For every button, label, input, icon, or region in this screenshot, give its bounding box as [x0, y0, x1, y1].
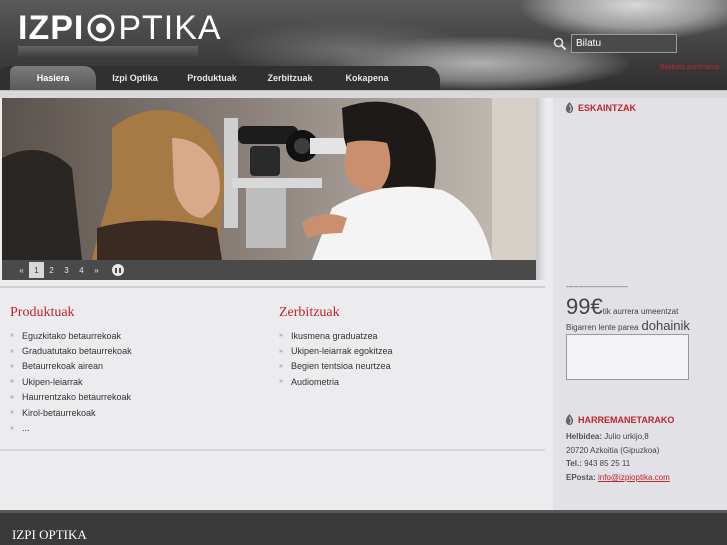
contact-info: Helbidea: Julio urkijo,8 20720 Azkoitia …	[566, 430, 670, 484]
offers-title: ESKAINTZAK	[578, 102, 636, 113]
list-item[interactable]: » Eguzkitako betaurrekoak	[10, 328, 132, 343]
offer-price: 99€ tik aurrera umeentzat	[566, 294, 678, 320]
offers-heading: ESKAINTZAK	[565, 102, 636, 113]
footer-title: IZPI OPTIKA	[12, 527, 87, 542]
list-item-label: Haurrentzako betaurrekoak	[22, 392, 132, 403]
list-item-label: Ukipen-leiarrak egokitzea	[291, 346, 393, 357]
list-item-label: Eguzkitako betaurrekoak	[22, 330, 122, 341]
offer-free: Bigarren lente parea dohainik	[566, 318, 690, 333]
offer-price-value: 99€	[566, 294, 603, 319]
drop-icon	[565, 102, 574, 113]
logo-text-bold: IZPI	[18, 8, 85, 47]
offer-separator: -------------------------	[566, 282, 628, 291]
sidebar: ESKAINTZAK ------------------------- 99€…	[553, 98, 727, 510]
list-item-label: Graduatutako betaurrekoak	[22, 346, 132, 357]
zerbitzuak-title[interactable]: Zerbitzuak	[279, 305, 393, 321]
list-item-label: Betaurrekoak airean	[22, 361, 104, 372]
list-item[interactable]: » Kirol-betaurrekoak	[10, 405, 132, 420]
contact-heading: HARREMANETARAKO	[565, 414, 674, 425]
tab-zerbitzuak[interactable]: Zerbitzuak	[250, 66, 330, 90]
bullet-icon: »	[279, 362, 283, 370]
list-item-label: Ikusmena graduatzea	[291, 330, 378, 341]
bullet-icon: »	[10, 347, 14, 355]
email-link[interactable]: info@izpioptika.com	[598, 473, 670, 482]
bullet-icon: »	[10, 424, 14, 432]
list-item-label: Audiometria	[291, 376, 340, 387]
address-label: Helbidea:	[566, 432, 603, 441]
list-item[interactable]: » Begien tentsioa neurtzea	[279, 359, 393, 374]
offer-free-prefix: Bigarren lente parea	[566, 323, 639, 332]
slide-image	[2, 98, 536, 260]
offer-box	[566, 334, 689, 380]
list-item[interactable]: » Ukipen-leiarrak	[10, 374, 132, 389]
image-slider: « 1 2 3 4 »	[2, 98, 536, 280]
contact-title: HARREMANETARAKO	[578, 414, 675, 425]
subnav-bar	[0, 90, 727, 98]
tab-hasiera[interactable]: Hasiera	[10, 66, 96, 90]
pause-icon[interactable]	[112, 264, 124, 276]
offer-free-word: dohainik	[641, 318, 690, 333]
logo-reflection	[18, 46, 198, 58]
email-label: EPosta:	[566, 472, 596, 482]
main-content: « 1 2 3 4 » Produktuak » Eguzkitako betau…	[0, 98, 553, 510]
drop-icon	[565, 414, 574, 425]
search-input[interactable]	[571, 34, 677, 53]
bullet-icon: »	[279, 378, 283, 386]
advanced-search-link[interactable]: Bilaketa aurreratua	[660, 64, 719, 71]
list-item[interactable]: » Betaurrekoak airean	[10, 359, 132, 374]
list-item[interactable]: » Ukipen-leiarrak egokitzea	[279, 343, 393, 358]
list-item-label: Begien tentsioa neurtzea	[291, 361, 391, 372]
bullet-icon: »	[10, 362, 14, 370]
eye-logo-icon	[87, 14, 115, 42]
address-line1: Julio urkijo,8	[604, 432, 649, 441]
site-logo[interactable]: IZPI PTIKA	[18, 6, 222, 50]
list-item[interactable]: » Graduatutako betaurrekoak	[10, 343, 132, 358]
slider-page-button[interactable]: 3	[59, 262, 74, 278]
zerbitzuak-list: » Ikusmena graduatzea » Ukipen-leiarrak eg…	[279, 328, 393, 390]
phone-label: Tel.:	[566, 459, 582, 469]
bullet-icon: »	[10, 393, 14, 401]
slider-shadow	[536, 98, 546, 280]
slider-page-button[interactable]: 1	[29, 262, 44, 278]
section-divider	[0, 449, 545, 451]
bullet-icon: »	[10, 409, 14, 417]
tab-produktuak[interactable]: Produktuak	[174, 66, 250, 90]
main-nav: Hasiera Izpi Optika Produktuak Zerbitzua…	[0, 66, 440, 90]
slider-prev-button[interactable]: «	[14, 262, 29, 278]
slider-page-button[interactable]: 2	[44, 262, 59, 278]
bullet-icon: »	[279, 332, 283, 340]
list-item[interactable]: » Haurrentzako betaurrekoak	[10, 390, 132, 405]
offer-price-suffix: tik aurrera umeentzat	[602, 307, 679, 316]
list-item-label: Kirol-betaurrekoak	[22, 407, 96, 418]
list-item[interactable]: »...	[10, 420, 132, 435]
list-item[interactable]: » Ikusmena graduatzea	[279, 328, 393, 343]
list-item-label: Ukipen-leiarrak	[22, 376, 83, 387]
phone-value: 943 85 25 11	[584, 459, 631, 469]
slider-next-button[interactable]: »	[89, 262, 104, 278]
slider-controls: « 1 2 3 4 »	[2, 260, 536, 280]
list-item-label: ...	[22, 423, 30, 434]
bullet-icon: »	[279, 347, 283, 355]
zerbitzuak-section: Zerbitzuak » Ikusmena graduatzea » Ukipen-…	[279, 305, 393, 390]
produktuak-title[interactable]: Produktuak	[10, 305, 132, 321]
bullet-icon: »	[10, 332, 14, 340]
produktuak-section: Produktuak » Eguzkitako betaurrekoak » Gra…	[10, 305, 132, 436]
slider-page-button[interactable]: 4	[74, 262, 89, 278]
produktuak-list: » Eguzkitako betaurrekoak » Graduatutako b…	[10, 328, 132, 436]
address-line2: 20720 Azkoitia (Gipuzkoa)	[566, 445, 660, 455]
logo-text-light: PTIKA	[118, 8, 222, 47]
search-bar	[553, 34, 677, 53]
section-divider	[0, 286, 545, 288]
search-icon[interactable]	[553, 37, 567, 51]
tab-kokapena[interactable]: Kokapena	[330, 66, 404, 90]
tab-izpi-optika[interactable]: Izpi Optika	[96, 66, 174, 90]
list-item[interactable]: » Audiometria	[279, 374, 393, 389]
bullet-icon: »	[10, 378, 14, 386]
header: IZPI PTIKA Bilaketa aurreratua Hasiera I…	[0, 0, 727, 92]
footer: IZPI OPTIKA	[0, 510, 727, 545]
